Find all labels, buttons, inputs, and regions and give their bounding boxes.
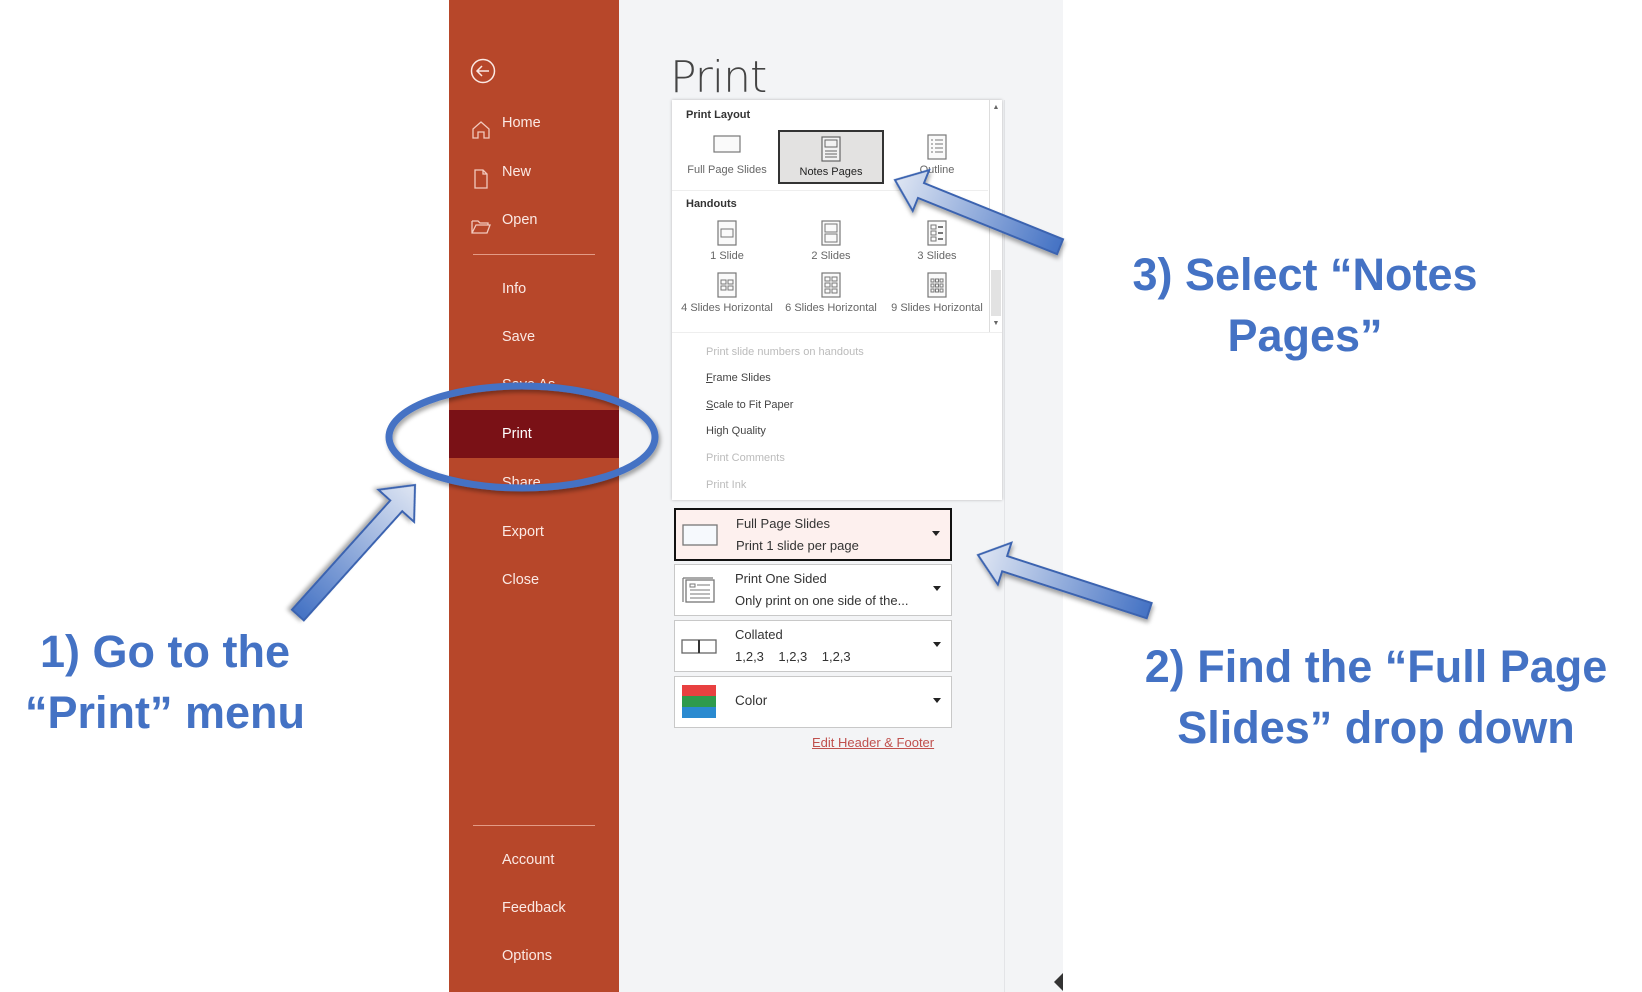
handout-option-3-slides[interactable]: 3 Slides xyxy=(886,216,988,270)
print-layout-heading: Print Layout xyxy=(686,109,751,121)
outline-icon xyxy=(927,134,947,160)
scroll-thumb[interactable] xyxy=(991,270,1001,316)
sidebar-divider xyxy=(473,825,595,826)
option-label: rame Slides xyxy=(712,372,771,384)
collapse-preview-icon[interactable] xyxy=(1054,973,1063,991)
chevron-down-icon xyxy=(933,586,941,591)
full-page-slides-icon xyxy=(713,135,741,153)
sidebar-item-save[interactable]: Save xyxy=(449,314,619,360)
handout-option-6-slides-horizontal[interactable]: 6 Slides Horizontal xyxy=(780,268,882,322)
notes-pages-icon xyxy=(821,136,841,162)
sidebar-item-share[interactable]: Share xyxy=(449,460,619,506)
chevron-down-icon xyxy=(933,698,941,703)
section-separator xyxy=(672,190,988,191)
handout-1-slide-icon xyxy=(717,220,737,246)
sidebar-item-home[interactable]: Home xyxy=(449,100,619,146)
annotation-step-1: 1) Go to the “Print” menu xyxy=(24,626,306,738)
print-layout-select[interactable]: Full Page Slides Print 1 slide per page xyxy=(674,508,952,561)
sidebar-divider xyxy=(473,254,595,255)
sidebar-item-info[interactable]: Info xyxy=(449,266,619,312)
back-button[interactable] xyxy=(470,58,496,84)
option-print-slide-numbers: Print slide numbers on handouts xyxy=(706,346,864,358)
sidebar-item-print[interactable]: Print xyxy=(449,410,619,458)
option-print-comments: Print Comments xyxy=(706,452,785,464)
sidebar-item-save-as[interactable]: Save As xyxy=(449,362,619,408)
print-layout-dropdown: Print Layout Full Page Slides Notes Page… xyxy=(672,100,1002,500)
full-page-slide-icon xyxy=(682,524,718,546)
option-print-ink: Print Ink xyxy=(706,479,747,491)
chevron-down-icon xyxy=(933,642,941,647)
open-folder-icon xyxy=(471,210,491,234)
handout-option-4-slides-horizontal[interactable]: 4 Slides Horizontal xyxy=(676,268,778,322)
option-label: cale to Fit Paper xyxy=(713,399,794,411)
preview-divider xyxy=(1004,100,1005,992)
sidebar-item-options[interactable]: Options xyxy=(449,933,619,979)
handouts-heading: Handouts xyxy=(686,198,737,210)
sidebar-item-account[interactable]: Account xyxy=(449,837,619,883)
handout-4-slides-icon xyxy=(717,272,737,298)
handout-9-slides-icon xyxy=(927,272,947,298)
sidebar-item-close[interactable]: Close xyxy=(449,557,619,603)
layout-option-outline[interactable]: Outline xyxy=(886,130,988,184)
scroll-down-icon[interactable]: ▼ xyxy=(991,318,1001,330)
edit-header-footer-link[interactable]: Edit Header & Footer xyxy=(812,735,934,750)
sidebar-item-feedback[interactable]: Feedback xyxy=(449,885,619,931)
sidebar-item-new[interactable]: New xyxy=(449,149,619,195)
arrow-to-print xyxy=(290,483,417,622)
handout-6-slides-icon xyxy=(821,272,841,298)
collated-icon xyxy=(681,639,717,654)
page-title: Print xyxy=(670,52,767,103)
handout-option-1-slide[interactable]: 1 Slide xyxy=(676,216,778,270)
handout-3-slides-icon xyxy=(927,220,947,246)
section-separator xyxy=(672,332,1002,333)
one-sided-icon xyxy=(682,577,715,603)
annotation-step-2: 2) Find the “Full Page Slides” drop down xyxy=(1144,641,1608,753)
sidebar-item-open[interactable]: Open xyxy=(449,197,619,243)
accel-key: F xyxy=(706,372,713,384)
handout-option-2-slides[interactable]: 2 Slides xyxy=(780,216,882,270)
option-frame-slides[interactable]: Frame Slides xyxy=(706,372,771,384)
handout-option-9-slides-horizontal[interactable]: 9 Slides Horizontal xyxy=(886,268,988,322)
color-select[interactable]: Color xyxy=(674,676,952,728)
option-high-quality[interactable]: High Quality xyxy=(706,425,766,437)
layout-option-full-page-slides[interactable]: Full Page Slides xyxy=(676,130,778,184)
layout-scrollbar[interactable]: ▲ ▼ xyxy=(989,100,1002,332)
layout-option-notes-pages[interactable]: Notes Pages xyxy=(778,130,884,184)
back-arrow-icon xyxy=(470,58,496,84)
color-swatch-icon xyxy=(682,685,716,718)
sidebar-item-export[interactable]: Export xyxy=(449,509,619,555)
scroll-up-icon[interactable]: ▲ xyxy=(991,102,1001,114)
handout-2-slides-icon xyxy=(821,220,841,246)
chevron-down-icon xyxy=(932,531,940,536)
new-document-icon xyxy=(471,162,491,189)
option-scale-to-fit[interactable]: Scale to Fit Paper xyxy=(706,399,793,411)
sides-select[interactable]: Print One Sided Only print on one side o… xyxy=(674,564,952,616)
annotation-step-3: 3) Select “Notes Pages” xyxy=(1132,249,1478,361)
home-icon xyxy=(471,113,491,139)
collation-select[interactable]: Collated 1,2,3 1,2,3 1,2,3 xyxy=(674,620,952,672)
backstage-sidebar: Home New Open Info Save Save As Print Sh… xyxy=(449,0,619,992)
